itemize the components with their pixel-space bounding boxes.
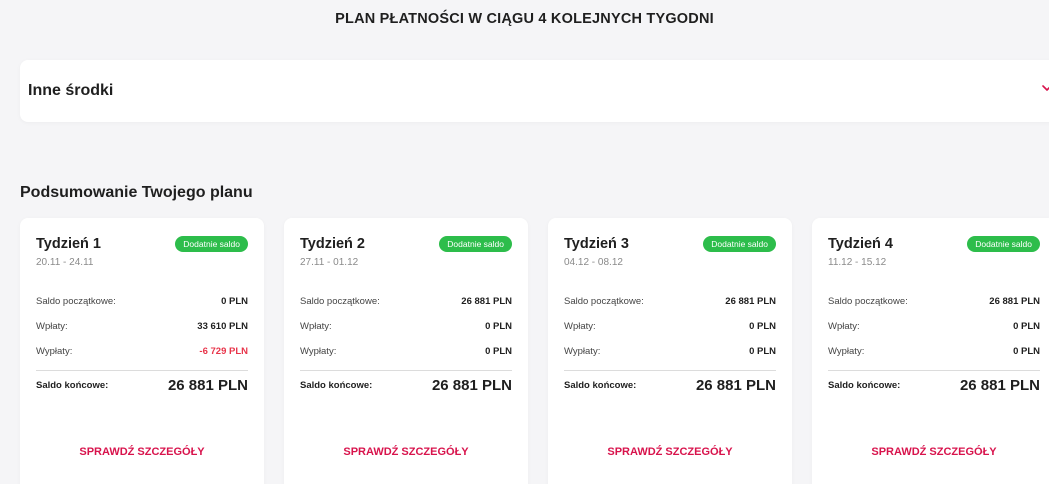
check-details-link[interactable]: SPRAWDŹ SZCZEGÓŁY	[20, 446, 264, 458]
deposits-row: Wpłaty: 0 PLN	[564, 314, 776, 339]
deposits-row: Wpłaty: 33 610 PLN	[36, 314, 248, 339]
row-value: 0 PLN	[485, 321, 512, 332]
accordion-label: Inne środki	[28, 82, 114, 99]
row-value: 0 PLN	[1013, 346, 1040, 357]
row-label: Wypłaty:	[300, 346, 337, 357]
chevron-down-icon[interactable]	[1040, 81, 1049, 95]
check-details-link[interactable]: SPRAWDŹ SZCZEGÓŁY	[284, 446, 528, 458]
page-title: PLAN PŁATNOŚCI W CIĄGU 4 KOLEJNYCH TYGOD…	[335, 11, 714, 27]
closing-balance-row: Saldo końcowe: 26 881 PLN	[300, 371, 512, 399]
other-funds-accordion[interactable]: Inne środki	[20, 60, 1049, 122]
total-value: 26 881 PLN	[431, 376, 512, 394]
week-card: Tydzień 1 20.11 - 24.11 Dodatnie saldo S…	[20, 218, 264, 484]
week-card: Tydzień 2 27.11 - 01.12 Dodatnie saldo S…	[284, 218, 528, 484]
row-value: 0 PLN	[749, 346, 776, 357]
week-dates: 20.11 - 24.11	[36, 257, 94, 268]
row-label: Wpłaty:	[564, 321, 596, 332]
row-value: -6 729 PLN	[199, 346, 248, 357]
total-label: Saldo końcowe:	[564, 379, 637, 391]
total-label: Saldo końcowe:	[300, 379, 373, 391]
row-label: Wypłaty:	[36, 346, 73, 357]
week-dates: 04.12 - 08.12	[564, 257, 623, 268]
row-value: 26 881 PLN	[989, 296, 1040, 307]
opening-balance-row: Saldo początkowe: 26 881 PLN	[828, 289, 1040, 314]
row-value: 0 PLN	[485, 346, 512, 357]
week-card: Tydzień 4 11.12 - 15.12 Dodatnie saldo S…	[812, 218, 1049, 484]
row-label: Wypłaty:	[828, 346, 865, 357]
opening-balance-row: Saldo początkowe: 0 PLN	[36, 289, 248, 314]
week-card: Tydzień 3 04.12 - 08.12 Dodatnie saldo S…	[548, 218, 792, 484]
row-value: 0 PLN	[1013, 321, 1040, 332]
opening-balance-row: Saldo początkowe: 26 881 PLN	[300, 289, 512, 314]
row-value: 26 881 PLN	[725, 296, 776, 307]
status-badge: Dodatnie saldo	[703, 236, 776, 252]
deposits-row: Wpłaty: 0 PLN	[828, 314, 1040, 339]
check-details-link[interactable]: SPRAWDŹ SZCZEGÓŁY	[812, 446, 1049, 458]
row-label: Saldo początkowe:	[36, 296, 116, 307]
total-label: Saldo końcowe:	[36, 379, 109, 391]
status-badge: Dodatnie saldo	[967, 236, 1040, 252]
row-value: 0 PLN	[749, 321, 776, 332]
closing-balance-row: Saldo końcowe: 26 881 PLN	[828, 371, 1040, 399]
total-value: 26 881 PLN	[167, 376, 248, 394]
withdrawals-row: Wypłaty: 0 PLN	[300, 339, 512, 364]
row-value: 0 PLN	[221, 296, 248, 307]
withdrawals-row: Wypłaty: 0 PLN	[564, 339, 776, 364]
row-label: Wypłaty:	[564, 346, 601, 357]
check-details-link[interactable]: SPRAWDŹ SZCZEGÓŁY	[548, 446, 792, 458]
closing-balance-row: Saldo końcowe: 26 881 PLN	[36, 371, 248, 399]
opening-balance-row: Saldo początkowe: 26 881 PLN	[564, 289, 776, 314]
row-label: Wpłaty:	[36, 321, 68, 332]
row-value: 33 610 PLN	[197, 321, 248, 332]
total-label: Saldo końcowe:	[828, 379, 901, 391]
closing-balance-row: Saldo końcowe: 26 881 PLN	[564, 371, 776, 399]
week-dates: 27.11 - 01.12	[300, 257, 359, 268]
summary-title: Podsumowanie Twojego planu	[20, 184, 253, 201]
status-badge: Dodatnie saldo	[175, 236, 248, 252]
row-value: 26 881 PLN	[461, 296, 512, 307]
row-label: Wpłaty:	[828, 321, 860, 332]
status-badge: Dodatnie saldo	[439, 236, 512, 252]
withdrawals-row: Wypłaty: -6 729 PLN	[36, 339, 248, 364]
row-label: Wpłaty:	[300, 321, 332, 332]
payment-plan-page: PLAN PŁATNOŚCI W CIĄGU 4 KOLEJNYCH TYGOD…	[0, 0, 1049, 484]
row-label: Saldo początkowe:	[828, 296, 908, 307]
deposits-row: Wpłaty: 0 PLN	[300, 314, 512, 339]
total-value: 26 881 PLN	[695, 376, 776, 394]
week-dates: 11.12 - 15.12	[828, 257, 887, 268]
row-label: Saldo początkowe:	[300, 296, 380, 307]
total-value: 26 881 PLN	[959, 376, 1040, 394]
row-label: Saldo początkowe:	[564, 296, 644, 307]
withdrawals-row: Wypłaty: 0 PLN	[828, 339, 1040, 364]
